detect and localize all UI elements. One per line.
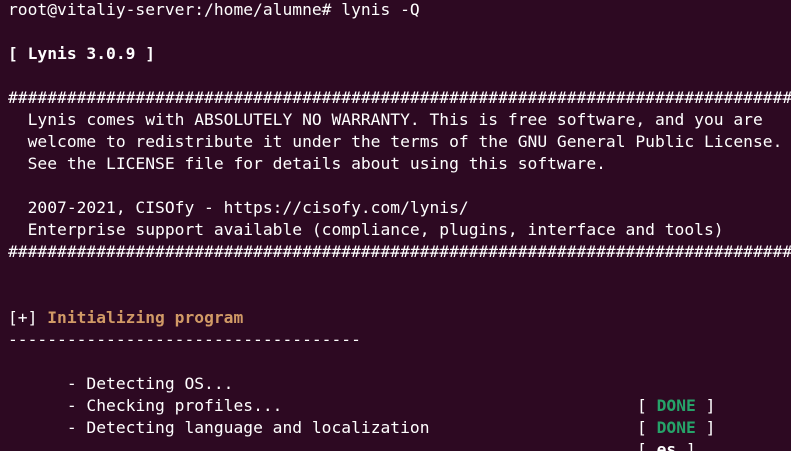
check-row: - Checking profiles... [ DONE ] xyxy=(8,373,791,437)
section-header: [+] Initializing program xyxy=(8,307,243,329)
license-line-1: Lynis comes with ABSOLUTELY NO WARRANTY.… xyxy=(8,110,763,129)
status-open-bracket: [ xyxy=(637,440,657,451)
check-label: - Detecting language and localization xyxy=(47,418,430,437)
status-open-bracket: [ xyxy=(637,418,657,437)
enterprise-line: Enterprise support available (compliance… xyxy=(8,220,724,239)
separator-bottom: ########################################… xyxy=(8,242,791,261)
command-prompt: root@vitaliy-server:/home/alumne# lynis … xyxy=(8,0,420,19)
section-underline: ------------------------------------ xyxy=(8,330,361,349)
terminal-window[interactable]: root@vitaliy-server:/home/alumne# lynis … xyxy=(0,0,791,451)
check-status: [ es ] xyxy=(637,439,696,451)
status-language: es xyxy=(656,440,677,451)
status-close-bracket: ] xyxy=(695,418,716,437)
lynis-version-banner: [ Lynis 3.0.9 ] xyxy=(8,44,156,63)
license-line-2: welcome to redistribute it under the ter… xyxy=(8,132,783,151)
status-close-bracket: ] xyxy=(676,440,696,451)
section-marker: [+] xyxy=(8,308,38,327)
separator-top: ########################################… xyxy=(8,88,791,107)
check-row: - Detecting language and localization [ … xyxy=(8,395,791,451)
license-line-3: See the LICENSE file for details about u… xyxy=(8,154,606,173)
section-title: Initializing program xyxy=(47,308,244,327)
status-done: DONE xyxy=(656,418,696,437)
check-row: - Detecting OS... [ DONE ] xyxy=(8,351,791,415)
copyright-line: 2007-2021, CISOfy - https://cisofy.com/l… xyxy=(8,198,469,217)
check-status: [ DONE ] xyxy=(637,417,715,439)
